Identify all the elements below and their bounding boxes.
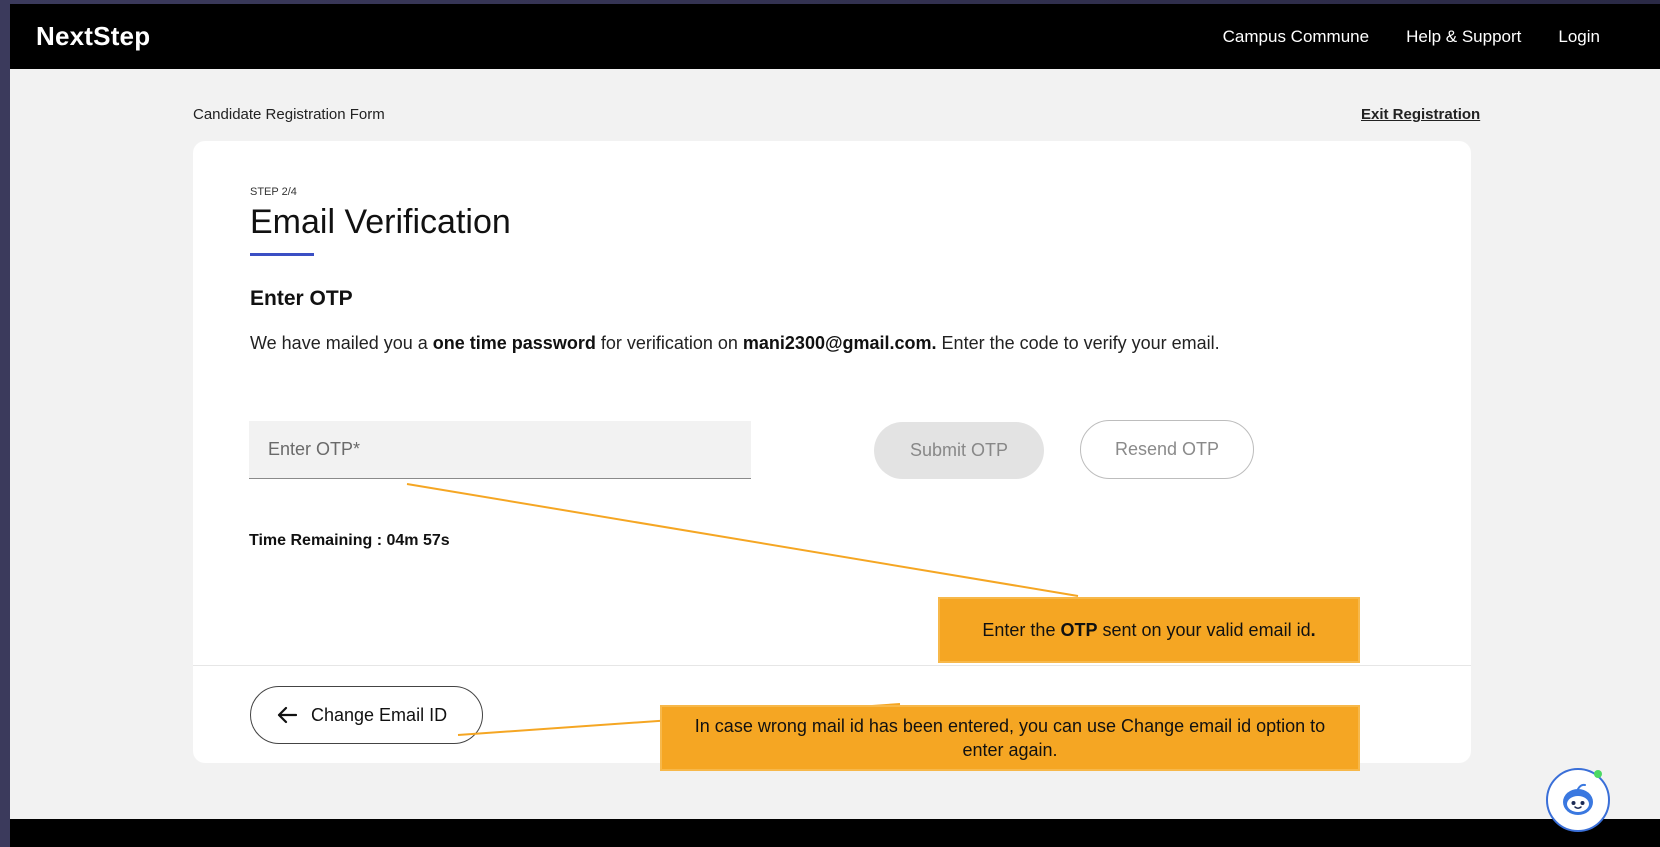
nav-link-login[interactable]: Login [1558,27,1600,47]
change-email-callout: In case wrong mail id has been entered, … [660,705,1360,771]
footer-bar [10,819,1660,847]
chatbot-icon[interactable] [1546,768,1610,832]
callout-text-part: sent on your valid email id [1097,619,1311,640]
title-underline [250,253,314,256]
callout-bold-otp: OTP [1060,619,1098,640]
desc-bold-otp: one time password [432,333,596,353]
submit-otp-button[interactable]: Submit OTP [874,422,1044,479]
otp-instructions: We have mailed you a one time password f… [250,333,1220,354]
desc-text: for verification on [595,333,743,353]
app-frame: NextStep Campus Commune Help & Support L… [10,4,1660,847]
top-nav-bar: NextStep Campus Commune Help & Support L… [10,4,1660,69]
change-email-button[interactable]: Change Email ID [250,686,483,744]
page-title: Email Verification [250,203,511,241]
main-nav: Campus Commune Help & Support Login [1186,4,1660,69]
desc-text: Enter the code to verify your email. [936,333,1220,353]
form-title: Candidate Registration Form [193,106,385,123]
nav-link-campus-commune[interactable]: Campus Commune [1223,27,1369,47]
card-divider [193,665,1471,666]
desc-text: We have mailed you a [250,333,433,353]
online-status-dot [1594,770,1602,778]
section-heading: Enter OTP [250,287,353,310]
otp-timer: Time Remaining : 04m 57s [249,532,450,549]
chatbot-face-icon [1563,783,1593,815]
callout-text: Enter the OTP sent on your valid email i… [982,618,1315,642]
otp-callout: Enter the OTP sent on your valid email i… [938,597,1360,663]
desc-email: mani2300@gmail.com. [742,333,937,353]
resend-otp-button[interactable]: Resend OTP [1080,420,1254,479]
callout-text-part: Enter the [982,619,1061,640]
brand-logo[interactable]: NextStep [36,21,150,52]
verification-card: STEP 2/4 Email Verification Enter OTP We… [193,141,1471,763]
arrow-left-icon [277,706,297,724]
exit-registration-link[interactable]: Exit Registration [1361,106,1480,123]
nav-link-help-support[interactable]: Help & Support [1406,27,1521,47]
otp-input[interactable] [249,421,751,479]
callout-text-end: . [1310,619,1316,640]
change-email-label: Change Email ID [311,704,448,725]
step-indicator: STEP 2/4 [250,186,297,198]
